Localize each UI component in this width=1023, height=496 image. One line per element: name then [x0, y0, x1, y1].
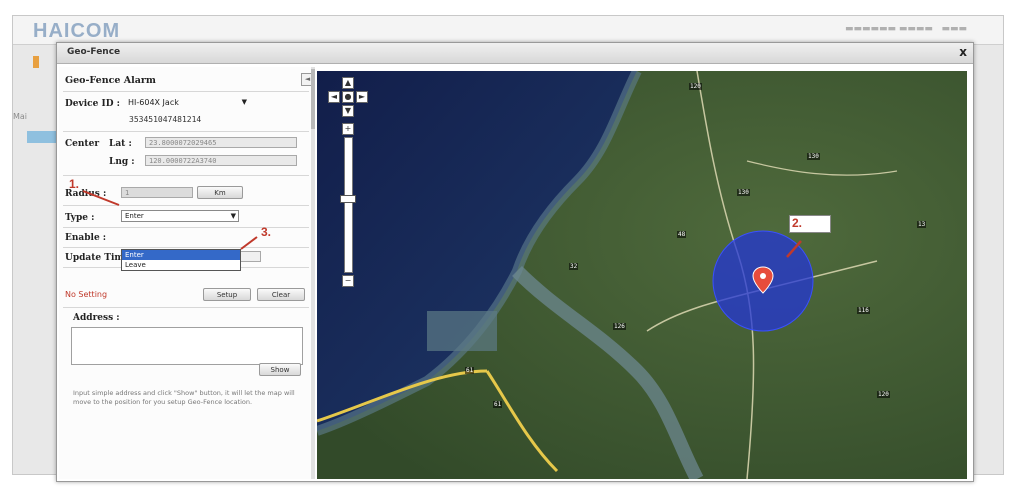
harbor-area: [427, 311, 497, 351]
annotation-arrows: [82, 190, 258, 250]
zoom-in-button[interactable]: +: [342, 123, 354, 135]
satellite-map[interactable]: 120 130 32 126 61 116 130 48 61 120 13 2…: [317, 71, 967, 479]
brand-logo: HAICOM: [33, 20, 121, 42]
map-road-label: 61: [465, 367, 475, 374]
type-label: Type :: [65, 213, 95, 223]
map-road-label: 13: [917, 221, 927, 228]
type-select[interactable]: Enter ▼: [121, 210, 239, 222]
map-road-label: 130: [807, 153, 820, 160]
map-road-label: 48: [677, 231, 687, 238]
divider: [63, 247, 309, 248]
divider: [63, 175, 309, 176]
zoom-out-button[interactable]: −: [342, 275, 354, 287]
zoom-slider-handle[interactable]: [340, 195, 356, 203]
device-id-select[interactable]: HI-604X Jack ▼: [125, 97, 247, 109]
map-road-label: 32: [569, 263, 579, 270]
divider: [63, 227, 309, 228]
map-road-label: 116: [857, 307, 870, 314]
type-dropdown-list: Enter Leave: [121, 249, 241, 271]
zoom-slider-track[interactable]: [344, 137, 353, 273]
scrollbar-thumb[interactable]: [311, 69, 315, 129]
divider: [63, 307, 309, 308]
chevron-down-icon: ▼: [230, 212, 236, 220]
clear-button[interactable]: Clear: [257, 288, 305, 301]
dialog-title: Geo-Fence: [67, 47, 121, 57]
address-label: Address :: [73, 313, 120, 323]
radius-field[interactable]: 1: [121, 187, 193, 198]
map-road-label: 130: [737, 189, 750, 196]
background-nav-label: Mai: [13, 112, 28, 121]
map-road-label: 120: [689, 83, 702, 90]
annotation-3: 3.: [261, 225, 272, 239]
chevron-down-icon: ▼: [241, 98, 247, 106]
pan-right-icon[interactable]: ►: [356, 91, 368, 103]
panel-title: Geo-Fence Alarm: [65, 75, 156, 86]
pan-up-icon[interactable]: ▲: [342, 77, 354, 89]
enable-label: Enable :: [65, 233, 107, 243]
device-imei: 353451047481214: [129, 115, 202, 124]
address-input[interactable]: [71, 327, 303, 365]
pan-center-icon[interactable]: ●: [342, 91, 354, 103]
status-text: No Setting: [65, 290, 108, 299]
lng-field[interactable]: 120.0000722A3740: [145, 155, 297, 166]
map-road-label: 126: [613, 323, 626, 330]
show-button[interactable]: Show: [259, 363, 301, 376]
panel-scrollbar[interactable]: [311, 67, 315, 479]
geo-fence-settings-panel: Geo-Fence Alarm ◄ Device ID : HI-604X Ja…: [59, 67, 314, 479]
lat-label: Lat :: [109, 139, 132, 149]
map-imagery: [317, 71, 967, 479]
brand-accent: [33, 56, 39, 68]
lat-field[interactable]: 23.8000072029465: [145, 137, 297, 148]
background-top-links: ▬▬▬▬▬▬ ▬▬▬▬ ▬▬▬: [845, 24, 967, 34]
annotation-1: 1.: [69, 177, 80, 191]
setup-button[interactable]: Setup: [203, 288, 251, 301]
geo-fence-dialog: Geo-Fence x Geo-Fence Alarm ◄ Device ID …: [56, 42, 974, 482]
device-id-value: HI-604X Jack: [128, 98, 179, 107]
map-road-label: 61: [493, 401, 503, 408]
center-label: Center: [65, 139, 100, 149]
type-option-leave[interactable]: Leave: [122, 260, 240, 270]
close-icon[interactable]: x: [959, 45, 967, 59]
divider: [63, 91, 309, 92]
divider: [63, 205, 309, 206]
radius-unit-button[interactable]: Km: [197, 186, 243, 199]
pin-center: [760, 273, 766, 279]
annotation-2-box: 2.: [789, 215, 831, 233]
pan-down-icon[interactable]: ▼: [342, 105, 354, 117]
type-option-enter[interactable]: Enter: [122, 250, 240, 260]
lng-label: Lng :: [109, 157, 135, 167]
divider: [63, 131, 309, 132]
annotation-2: 2.: [792, 216, 803, 230]
dialog-titlebar[interactable]: Geo-Fence x: [57, 43, 973, 64]
help-text: Input simple address and click "Show" bu…: [73, 389, 295, 406]
pan-left-icon[interactable]: ◄: [328, 91, 340, 103]
map-road-label: 120: [877, 391, 890, 398]
device-id-label: Device ID :: [65, 99, 120, 109]
type-select-value: Enter: [125, 212, 144, 220]
